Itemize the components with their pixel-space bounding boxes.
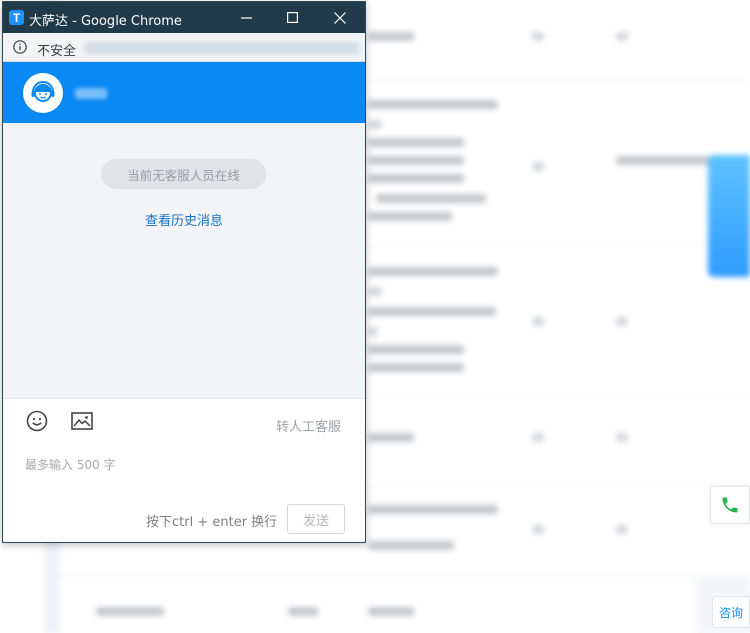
app-logo-icon: T — [9, 10, 24, 25]
view-history-link[interactable]: 查看历史消息 — [3, 210, 365, 229]
send-image-button[interactable] — [70, 409, 94, 433]
url-text[interactable] — [85, 42, 359, 54]
phone-button[interactable] — [710, 486, 750, 524]
avatar — [23, 73, 63, 113]
phone-icon — [722, 497, 738, 513]
emoji-icon — [26, 410, 48, 432]
minimize-icon — [240, 17, 252, 19]
consult-button[interactable]: 咨询 — [712, 596, 750, 628]
send-button[interactable]: 发送 — [287, 504, 345, 534]
maximize-icon — [286, 12, 298, 23]
window-titlebar: T 大萨达 - Google Chrome — [3, 2, 365, 33]
maximize-button[interactable] — [269, 2, 315, 33]
address-bar[interactable]: 不安全 — [3, 33, 365, 62]
security-label[interactable]: 不安全 — [37, 40, 76, 59]
chat-message-area: 当前无客服人员在线 查看历史消息 — [3, 123, 365, 399]
bg-table-row — [60, 577, 750, 633]
close-button[interactable] — [317, 2, 363, 33]
agent-name — [75, 88, 107, 99]
bg-floating-tab — [708, 155, 750, 277]
message-input[interactable] — [25, 452, 345, 496]
emoji-button[interactable] — [25, 409, 49, 433]
close-icon — [334, 11, 346, 24]
chat-toolbar: 转人工客服 — [3, 399, 365, 443]
chat-header — [3, 62, 365, 123]
image-icon — [71, 412, 93, 430]
chat-popup-window: T 大萨达 - Google Chrome 不安全 当前无客服人员在线 查看历史… — [2, 1, 366, 543]
enter-hint: 按下ctrl + enter 换行 — [146, 515, 278, 530]
status-badge: 当前无客服人员在线 — [101, 159, 266, 189]
window-title: 大萨达 - Google Chrome — [29, 14, 182, 29]
minimize-button[interactable] — [223, 2, 269, 33]
info-icon[interactable] — [13, 40, 27, 54]
transfer-to-agent-button[interactable]: 转人工客服 — [276, 416, 341, 435]
customer-service-icon — [31, 81, 55, 102]
